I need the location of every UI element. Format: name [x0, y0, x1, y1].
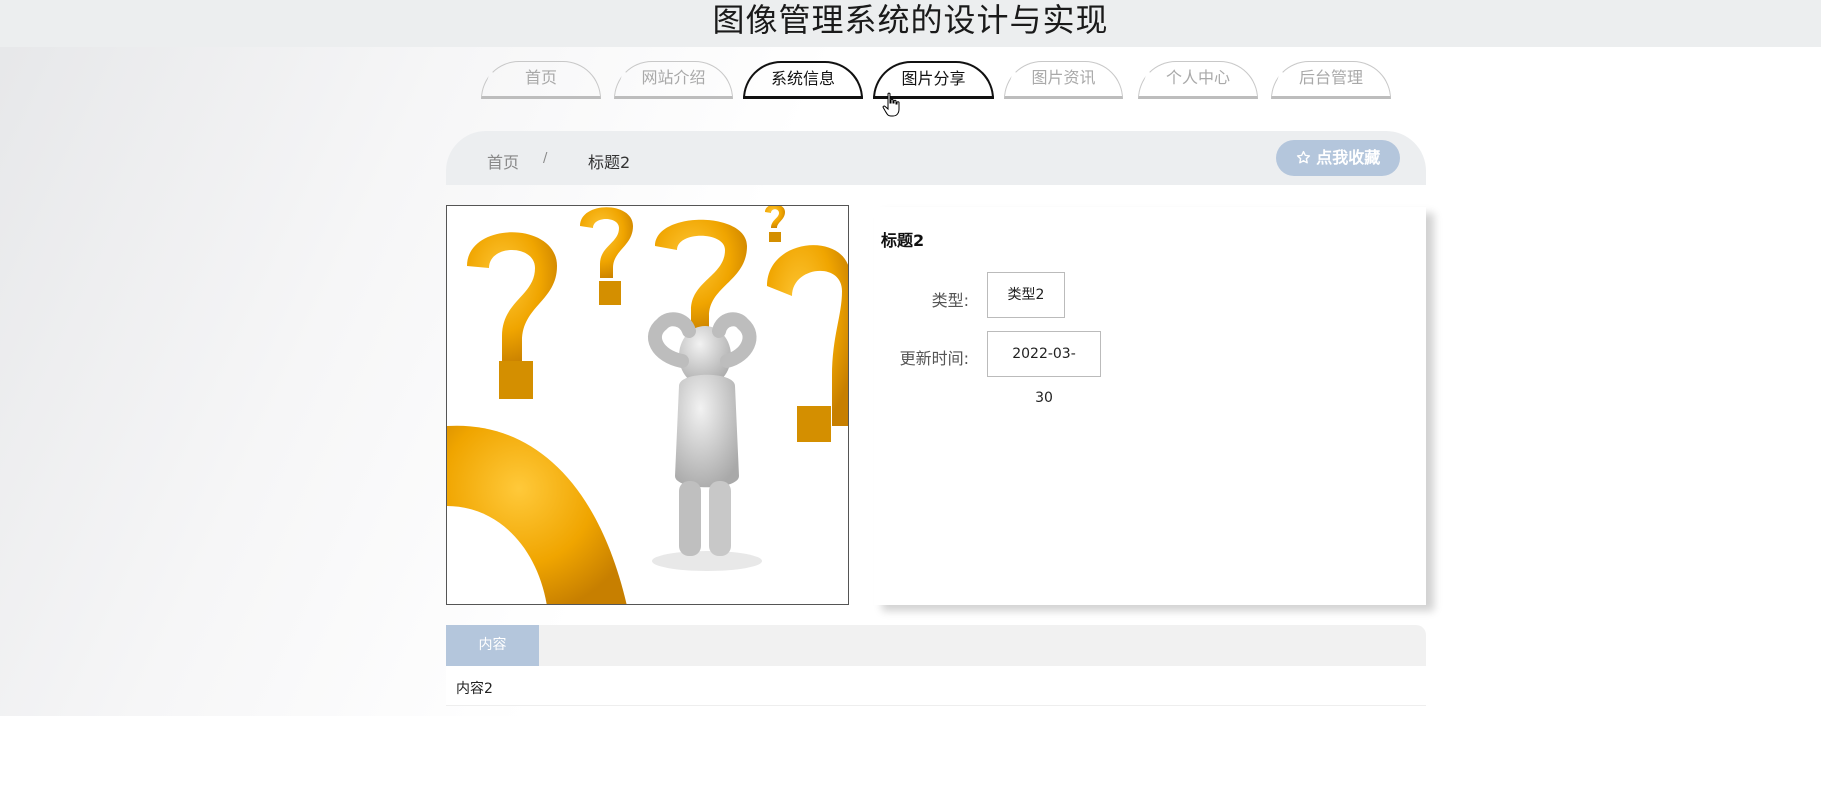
site-title: 图像管理系统的设计与实现	[712, 1, 1109, 39]
question-marks-illustration	[447, 206, 848, 604]
nav-item-image-news[interactable]: 图片资讯	[1004, 61, 1123, 99]
breadcrumb-bar: 首页 / 标题2 点我收藏	[446, 131, 1426, 185]
content-tabs: 内容	[446, 625, 1426, 666]
detail-title: 标题2	[881, 231, 925, 250]
nav-item-home[interactable]: 首页	[481, 61, 601, 99]
content-text: 内容2	[456, 681, 493, 697]
type-value: 类型2	[987, 272, 1065, 318]
site-header: 图像管理系统的设计与实现	[0, 0, 1821, 47]
detail-info-panel: 标题2 类型: 类型2 更新时间: 2022-03-30	[874, 207, 1426, 605]
content-body: 内容2	[446, 666, 1426, 706]
nav-item-admin[interactable]: 后台管理	[1271, 61, 1391, 99]
nav-item-user-center[interactable]: 个人中心	[1138, 61, 1258, 99]
breadcrumb-home[interactable]: 首页	[487, 149, 519, 173]
updated-value: 2022-03-30	[987, 331, 1101, 406]
breadcrumb-current: 标题2	[588, 153, 631, 172]
type-label: 类型:	[931, 291, 969, 310]
tab-content[interactable]: 内容	[446, 625, 539, 666]
updated-label: 更新时间:	[899, 349, 969, 368]
main-nav: 首页 网站介绍 系统信息 图片分享 图片资讯 个人中心 后台管理	[0, 61, 1821, 101]
hand-cursor-icon	[882, 92, 900, 117]
favorite-button[interactable]: 点我收藏	[1276, 140, 1400, 176]
nav-item-system-info[interactable]: 系统信息	[743, 61, 863, 99]
breadcrumb-separator: /	[543, 151, 548, 166]
star-outline-icon	[1296, 150, 1310, 164]
detail-image	[446, 205, 849, 605]
favorite-button-label: 点我收藏	[1316, 148, 1381, 167]
nav-item-site-intro[interactable]: 网站介绍	[614, 61, 733, 99]
